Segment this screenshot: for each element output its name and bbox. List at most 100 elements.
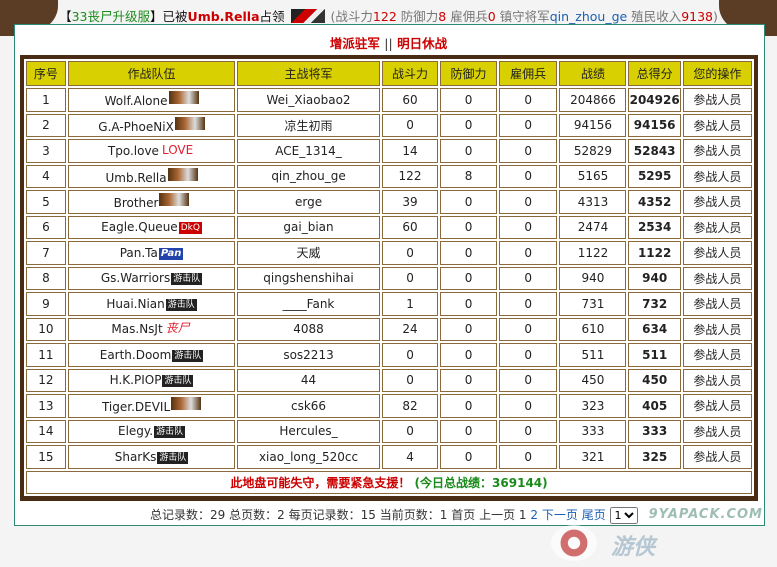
- team-name[interactable]: H.K.PIOP: [110, 373, 162, 387]
- team-cell[interactable]: Elegy. 游击队: [67, 419, 236, 443]
- commander-cell[interactable]: gai_bian: [237, 215, 380, 239]
- attack-cell: 4: [381, 445, 439, 469]
- record-cell: 1122: [559, 241, 627, 265]
- garrison-general[interactable]: qin_zhou_ge: [550, 9, 628, 24]
- commander-cell[interactable]: 凉生初雨: [237, 113, 380, 137]
- page-1-link[interactable]: 1: [519, 508, 527, 522]
- commander-cell[interactable]: Wei_Xiaobao2: [237, 88, 380, 112]
- participants-link[interactable]: 参战人员: [682, 368, 752, 392]
- table-row: 7 Pan.Ta Pan 天威 0 0 0 1122 1122 参战人员: [26, 241, 752, 265]
- page-frame: 【33丧尸升级服】已被Umb.Rella占领 (战斗力122 防御力8 雇佣兵0…: [0, 0, 777, 567]
- attack-cell: 60: [381, 215, 439, 239]
- commander-cell[interactable]: 44: [237, 368, 380, 392]
- server-name[interactable]: 33丧尸升级服: [72, 9, 150, 24]
- participants-link[interactable]: 参战人员: [682, 266, 752, 290]
- defense-cell: 8: [440, 164, 497, 188]
- watermark-cn-text: 游侠: [611, 535, 656, 560]
- team-name[interactable]: Tiger.DEVIL: [102, 400, 170, 414]
- page-2-link[interactable]: 2: [530, 508, 538, 522]
- commander-cell[interactable]: qingshenshihai: [237, 266, 380, 290]
- participants-link[interactable]: 参战人员: [682, 88, 752, 112]
- rank-cell: 11: [26, 343, 66, 367]
- team-name[interactable]: Huai.Nian: [106, 297, 164, 311]
- defense-cell: 0: [440, 445, 497, 469]
- prev-page-link[interactable]: 上一页: [479, 508, 515, 522]
- team-cell[interactable]: Earth.Doom 游击队: [67, 343, 236, 367]
- commander-cell[interactable]: csk66: [237, 394, 380, 418]
- team-cell[interactable]: H.K.PIOP 游击队: [67, 368, 236, 392]
- commander-cell[interactable]: sos2213: [237, 343, 380, 367]
- commander-cell[interactable]: Hercules_: [237, 419, 380, 443]
- team-cell[interactable]: Huai.Nian 游击队: [67, 292, 236, 316]
- record-cell: 610: [559, 317, 627, 341]
- team-cell[interactable]: Brother: [67, 190, 236, 214]
- team-cell[interactable]: Tiger.DEVIL: [67, 394, 236, 418]
- defense-cell: 0: [440, 215, 497, 239]
- commander-cell[interactable]: xiao_long_520cc: [237, 445, 380, 469]
- record-cell: 940: [559, 266, 627, 290]
- mercenary-cell: 0: [498, 394, 558, 418]
- defense-cell: 0: [440, 343, 497, 367]
- col-header: 序号: [26, 61, 66, 86]
- team-name[interactable]: Elegy.: [118, 424, 153, 438]
- participants-link[interactable]: 参战人员: [682, 190, 752, 214]
- record-cell: 94156: [559, 113, 627, 137]
- participants-link[interactable]: 参战人员: [682, 419, 752, 443]
- commander-cell[interactable]: erge: [237, 190, 380, 214]
- team-cell[interactable]: Wolf.Alone: [67, 88, 236, 112]
- ranking-board: 序号 作战队伍 主战将军 战斗力 防御力 雇佣兵 战绩 总得分 您的操作 1 Wo…: [20, 55, 758, 501]
- commander-cell[interactable]: 天威: [237, 241, 380, 265]
- col-header: 战绩: [559, 61, 627, 86]
- team-name[interactable]: Gs.Warriors: [101, 271, 170, 285]
- team-cell[interactable]: G.A-PhoeNiX: [67, 113, 236, 137]
- defense-warning: 此地盘可能失守，需要紧急支援！: [230, 475, 411, 490]
- commander-cell[interactable]: ACE_1314_: [237, 139, 380, 163]
- team-cell[interactable]: Mas.NsJt 丧尸: [67, 317, 236, 341]
- team-name[interactable]: SharKs: [115, 450, 157, 464]
- team-name[interactable]: Eagle.Queue: [101, 220, 178, 234]
- commander-cell[interactable]: ____Fank: [237, 292, 380, 316]
- participants-link[interactable]: 参战人员: [682, 343, 752, 367]
- attack-cell: 0: [381, 241, 439, 265]
- team-cell[interactable]: Pan.Ta Pan: [67, 241, 236, 265]
- participants-link[interactable]: 参战人员: [682, 215, 752, 239]
- participants-link[interactable]: 参战人员: [682, 317, 752, 341]
- occupier-team[interactable]: Umb.Rella: [188, 9, 260, 24]
- team-name[interactable]: Brother: [114, 196, 159, 210]
- participants-link[interactable]: 参战人员: [682, 139, 752, 163]
- team-name[interactable]: G.A-PhoeNiX: [98, 120, 174, 134]
- commander-cell[interactable]: 4088: [237, 317, 380, 341]
- participants-link[interactable]: 参战人员: [682, 241, 752, 265]
- team-name[interactable]: Pan.Ta: [120, 246, 158, 260]
- team-cell[interactable]: Eagle.Queue DkQ: [67, 215, 236, 239]
- participants-link[interactable]: 参战人员: [682, 164, 752, 188]
- team-cell[interactable]: SharKs 游击队: [67, 445, 236, 469]
- tomorrow-rest-link[interactable]: 明日休战: [397, 36, 447, 51]
- team-name[interactable]: Earth.Doom: [100, 348, 172, 362]
- defense-cell: 0: [440, 317, 497, 341]
- total-score-cell: 1122: [628, 241, 681, 265]
- team-cell[interactable]: Umb.Rella: [67, 164, 236, 188]
- participants-link[interactable]: 参战人员: [682, 445, 752, 469]
- first-page-link[interactable]: 首页: [451, 508, 475, 522]
- mercenary-cell: 0: [498, 292, 558, 316]
- table-row: 3 Tpo.love LOVE ACE_1314_ 14 0 0 52829 52843 参战人员: [26, 139, 752, 163]
- header-attack: 122: [372, 9, 397, 24]
- team-name[interactable]: Tpo.love: [108, 144, 159, 158]
- rank-cell: 4: [26, 164, 66, 188]
- team-name[interactable]: Wolf.Alone: [105, 94, 168, 108]
- team-name[interactable]: Umb.Rella: [106, 171, 167, 185]
- participants-link[interactable]: 参战人员: [682, 394, 752, 418]
- team-cell[interactable]: Tpo.love LOVE: [67, 139, 236, 163]
- team-name[interactable]: Mas.NsJt: [111, 322, 162, 336]
- team-badge-icon: [168, 91, 199, 105]
- footer-cell: 此地盘可能失守，需要紧急支援！ (今日总战绩：369144): [26, 470, 752, 494]
- reinforce-link[interactable]: 增派驻军: [330, 36, 380, 51]
- mercenary-cell: 0: [498, 164, 558, 188]
- commander-cell[interactable]: qin_zhou_ge: [237, 164, 380, 188]
- participants-link[interactable]: 参战人员: [682, 292, 752, 316]
- team-badge-icon: Pan: [158, 247, 184, 260]
- table-row: 8 Gs.Warriors 游击队 qingshenshihai 0 0 0 940 940 参战…: [26, 266, 752, 290]
- participants-link[interactable]: 参战人员: [682, 113, 752, 137]
- team-cell[interactable]: Gs.Warriors 游击队: [67, 266, 236, 290]
